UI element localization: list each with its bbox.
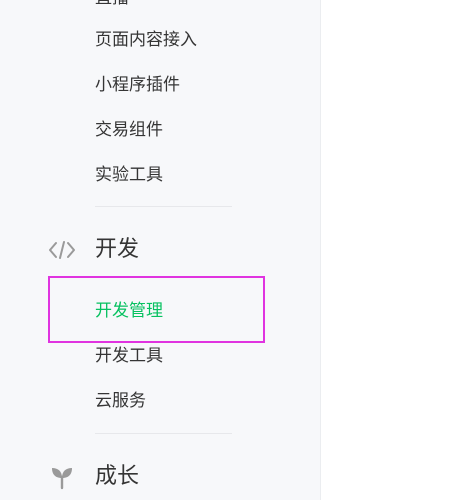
sidebar-item-page-content-access[interactable]: 页面内容接入 — [95, 28, 197, 52]
sidebar-item-live[interactable]: 直播 — [95, 0, 129, 10]
sidebar-item-dev-management[interactable]: 开发管理 — [95, 299, 163, 323]
section-title-growth[interactable]: 成长 — [95, 462, 139, 492]
sidebar-item-mini-program-plugins[interactable]: 小程序插件 — [95, 73, 180, 97]
sidebar-nav: 直播 页面内容接入 小程序插件 交易组件 实验工具 开发 开发管理 开发工具 云… — [0, 0, 321, 500]
sidebar-item-trade-components[interactable]: 交易组件 — [95, 118, 163, 142]
main-content — [321, 0, 470, 500]
sidebar-item-experiment-tools[interactable]: 实验工具 — [95, 163, 163, 187]
section-title-development[interactable]: 开发 — [95, 235, 139, 265]
sidebar-item-cloud-service[interactable]: 云服务 — [95, 389, 146, 413]
section-divider — [95, 433, 232, 434]
section-divider — [95, 206, 232, 207]
sidebar-item-dev-tools[interactable]: 开发工具 — [95, 344, 163, 368]
sprout-icon — [47, 462, 77, 492]
code-icon — [47, 235, 77, 265]
